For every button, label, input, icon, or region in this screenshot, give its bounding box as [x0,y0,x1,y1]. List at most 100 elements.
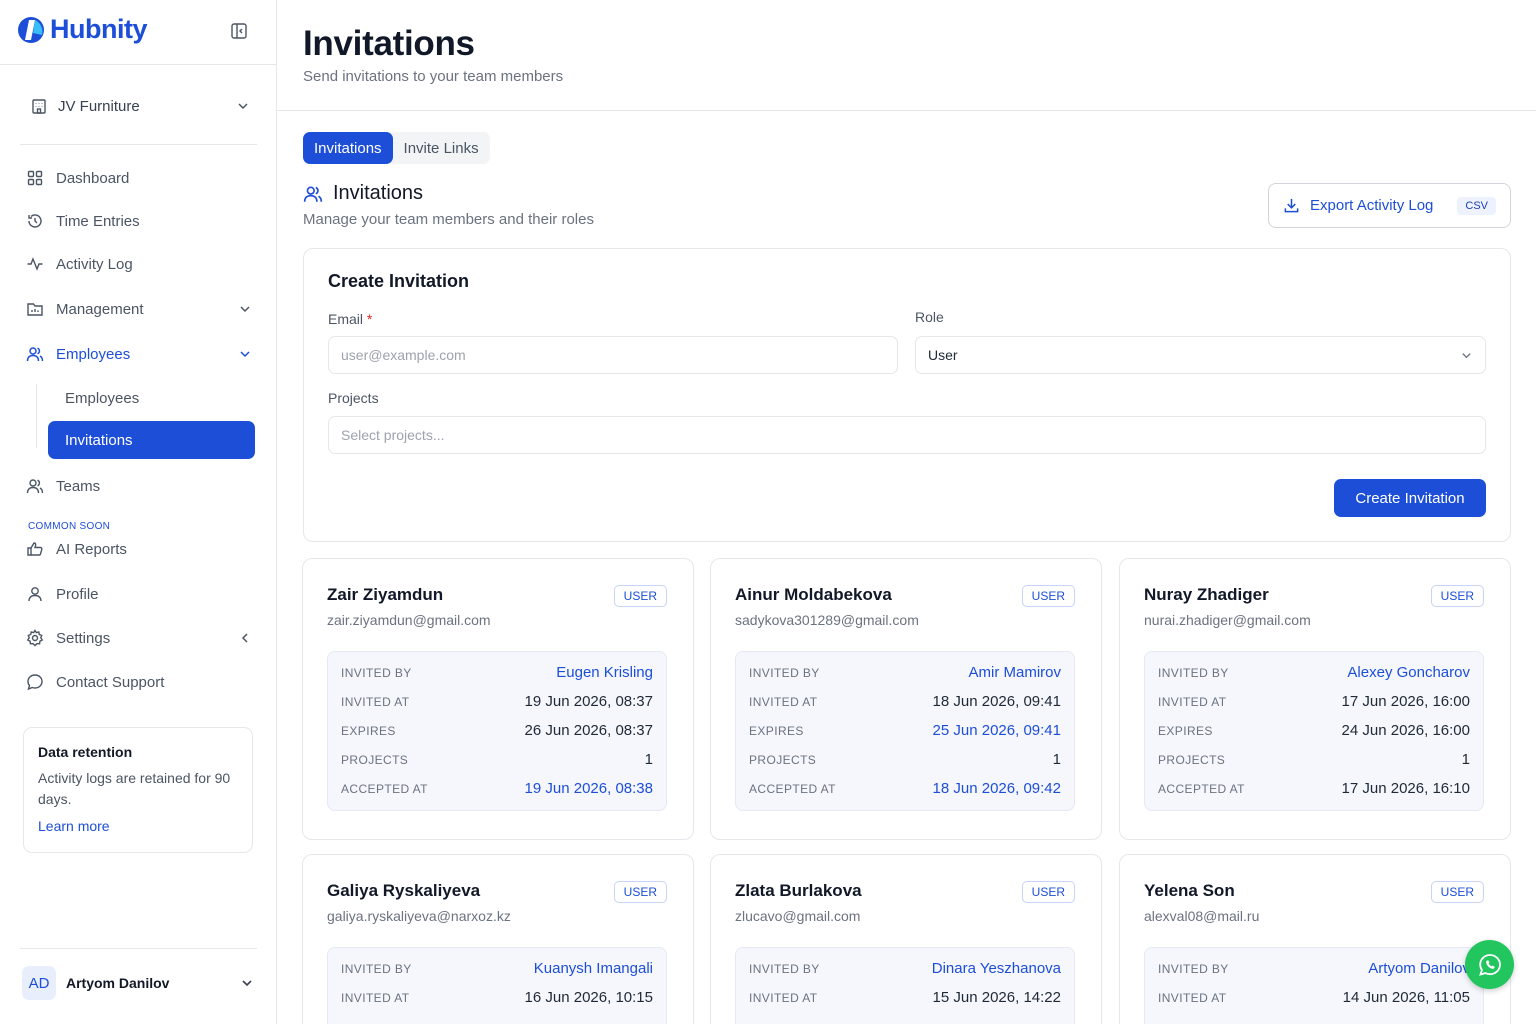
detail-key: PROJECTS [749,752,817,767]
detail-row: EXPIRES 26 Jun 2026, 08:37 [341,716,653,745]
invitee-name: Zlata Burlakova [735,881,862,900]
detail-value: Alexey Goncharov [1347,664,1470,681]
detail-key: INVITED AT [749,694,818,709]
activity-icon [27,257,43,271]
gear-icon [26,629,44,647]
submenu-guide [36,384,37,448]
create-invitation-button[interactable]: Create Invitation [1334,479,1486,517]
divider [20,948,257,949]
nav-dashboard[interactable]: Dashboard [26,164,252,192]
detail-value: 25 Jun 2026, 09:41 [932,722,1061,739]
invitation-card: Zlata Burlakova zlucavo@gmail.com USER I… [710,854,1102,1024]
chevron-down-icon [242,980,252,987]
role-select[interactable]: User [915,336,1486,374]
invitation-card: Ainur Moldabekova sadykova301289@gmail.c… [710,558,1102,840]
detail-value: Dinara Yeszhanova [931,960,1061,977]
users-icon [26,347,44,362]
detail-value: 1 [644,751,653,768]
detail-value: 24 Jun 2026, 16:00 [1341,722,1470,739]
nav-contact-support[interactable]: Contact Support [26,668,252,696]
history-icon [28,214,42,228]
detail-row: INVITED AT 16 Jun 2026, 10:15 [341,983,653,1012]
user-icon [28,587,42,602]
detail-key: ACCEPTED AT [1158,781,1245,796]
tab-invite-links[interactable]: Invite Links [393,132,490,164]
nav-time-entries[interactable]: Time Entries [26,207,252,235]
nav-sub-invitations-label: Invitations [65,431,133,449]
tab-invitations[interactable]: Invitations [303,132,393,164]
role-badge: USER [1021,881,1075,903]
section-subtitle: Manage your team members and their roles [303,211,594,228]
user-menu[interactable]: AD Artyom Danilov [22,966,254,1000]
invitee-email: zair.ziyamdun@gmail.com [327,612,491,628]
detail-value: Eugen Krisling [556,664,653,681]
grid-icon [27,170,43,186]
detail-key: PROJECTS [1158,752,1226,767]
invitation-card: Yelena Son alexval08@mail.ru USER INVITE… [1119,854,1511,1024]
whatsapp-icon [1478,953,1501,976]
nav-settings[interactable]: Settings [26,624,252,652]
nav-profile[interactable]: Profile [26,580,252,608]
create-invitation-card: Create Invitation Email * user@example.c… [303,248,1511,542]
invitee-name: Zair Ziyamdun [327,585,444,604]
brand-logo[interactable]: Hubnity [16,14,148,45]
detail-row: PROJECTS 1 [341,745,653,774]
role-badge: USER [1021,585,1075,607]
detail-value: 15 Jun 2026, 14:22 [932,989,1061,1006]
email-field[interactable]: user@example.com [328,336,898,374]
section-title: Invitations [333,182,424,204]
divider [277,110,1536,111]
detail-key: PROJECTS [341,752,409,767]
detail-value: Kuanysh Imangali [533,960,653,977]
nav-ai-reports[interactable]: AI Reports [26,535,252,563]
create-invitation-title: Create Invitation [328,271,470,291]
detail-row: INVITED BY Eugen Krisling [341,658,653,687]
nav-settings-label: Settings [56,629,111,647]
section-header: Invitations [303,182,423,205]
invitee-email: sadykova301289@gmail.com [735,612,919,628]
nav-sub-employees[interactable]: Employees [48,379,255,417]
learn-more-link[interactable]: Learn more [38,818,110,834]
detail-value: 19 Jun 2026, 08:38 [524,780,653,797]
chevron-down-icon [240,306,250,313]
nav-employees[interactable]: Employees [26,340,252,368]
invitee-name: Ainur Moldabekova [735,585,892,604]
detail-key: EXPIRES [749,723,804,738]
hubnity-logo-icon [18,16,44,43]
chevron-left-icon [241,633,248,643]
detail-value: 17 Jun 2026, 16:00 [1341,693,1470,710]
page-subtitle: Send invitations to your team members [303,68,564,85]
sidebar-collapse-icon[interactable] [230,22,250,42]
export-activity-log-button[interactable]: Export Activity Log CSV [1268,183,1511,228]
detail-row: EXPIRES 25 Jun 2026, 09:41 [749,716,1061,745]
sidebar: Hubnity JV Furniture Dashboard Time Entr… [0,0,277,1024]
invitation-card: Nuray Zhadiger nurai.zhadiger@gmail.com … [1119,558,1511,840]
page-title: Invitations [303,24,475,63]
detail-value: 17 Jun 2026, 16:10 [1341,780,1470,797]
detail-key: INVITED AT [341,694,410,709]
invitation-card: Galiya Ryskaliyeva galiya.ryskaliyeva@na… [302,854,694,1024]
users-icon [26,479,44,494]
nav-contact-support-label: Contact Support [56,673,165,691]
nav-dashboard-label: Dashboard [56,169,130,187]
export-label: Export Activity Log [1310,197,1434,214]
detail-row: PROJECTS 1 [749,745,1061,774]
invitee-name: Nuray Zhadiger [1144,585,1269,604]
detail-key: EXPIRES [1158,723,1213,738]
whatsapp-chat-button[interactable] [1465,940,1514,989]
detail-row: INVITED BY Alexey Goncharov [1158,658,1470,687]
detail-row: ACCEPTED AT 18 Jun 2026, 09:42 [749,774,1061,803]
nav-time-entries-label: Time Entries [56,212,140,230]
projects-select[interactable]: Select projects... [328,416,1486,454]
nav-teams[interactable]: Teams [26,472,252,500]
org-switcher[interactable]: JV Furniture [30,92,250,120]
user-name: Artyom Danilov [66,975,170,991]
nav-sub-invitations[interactable]: Invitations [48,421,255,459]
building-icon [32,99,46,114]
invitee-name: Yelena Son [1144,881,1235,900]
nav-activity-log[interactable]: Activity Log [26,250,252,278]
nav-management[interactable]: Management [26,295,252,323]
detail-value: 18 Jun 2026, 09:42 [932,780,1061,797]
detail-key: ACCEPTED AT [749,781,836,796]
nav-profile-label: Profile [56,585,99,603]
